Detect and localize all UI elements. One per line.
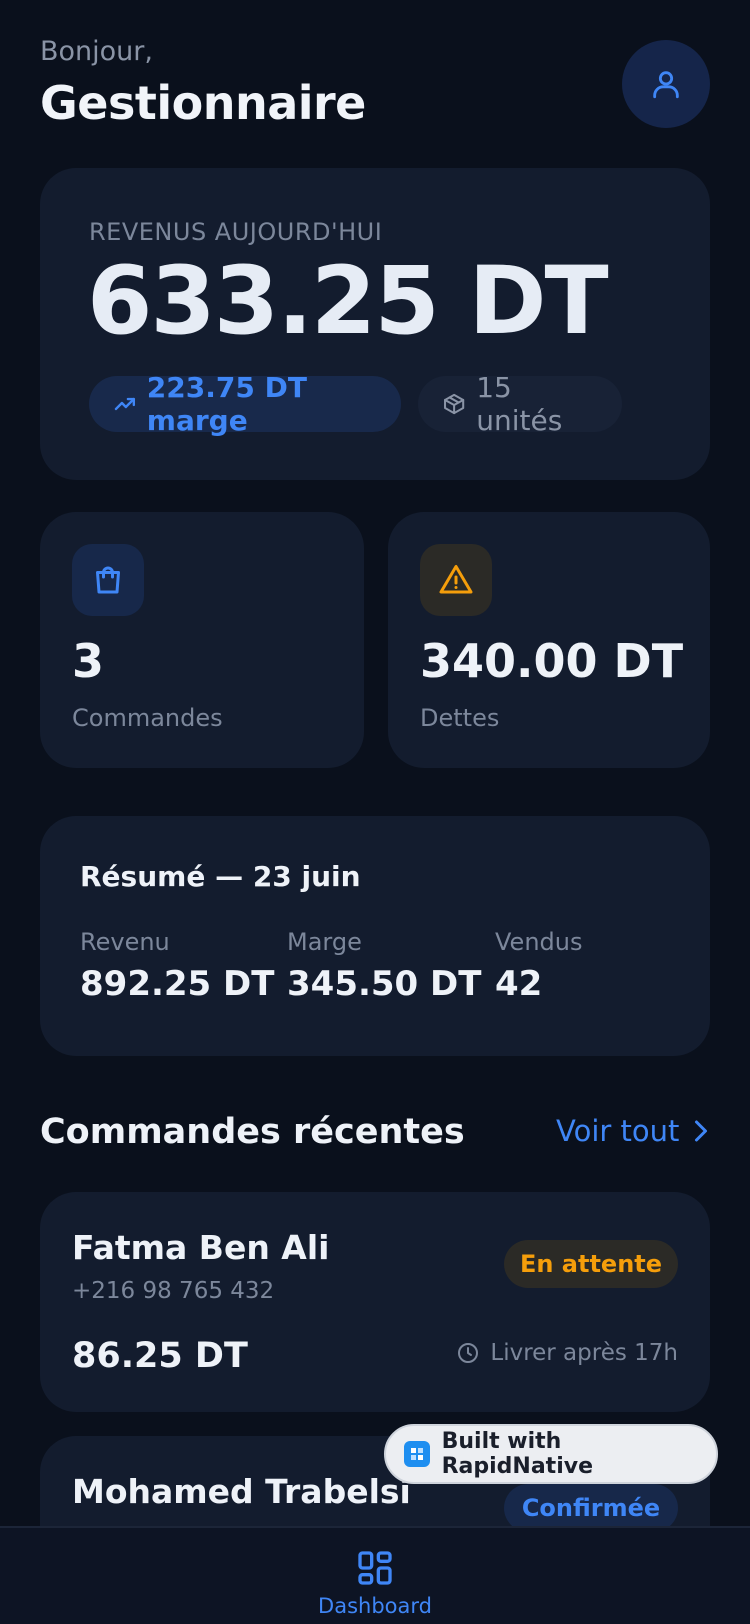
revenue-label: REVENUS AUJOURD'HUI	[89, 218, 383, 246]
customer-name: Mohamed Trabelsi	[72, 1472, 411, 1511]
chevron-right-icon	[695, 1120, 708, 1142]
alert-triangle-icon	[439, 565, 473, 594]
units-pill: 15 unités	[418, 371, 622, 437]
customer-name: Fatma Ben Ali	[72, 1228, 330, 1267]
profile-button[interactable]	[622, 40, 710, 128]
trending-up-icon	[114, 397, 136, 411]
orders-count: 3	[72, 634, 105, 688]
shopping-bag-icon	[96, 566, 120, 594]
dashboard-icon	[358, 1551, 392, 1585]
delivery-text: Livrer après 17h	[490, 1340, 678, 1366]
debts-label: Dettes	[420, 704, 500, 732]
summary-value: 892.25 DT	[80, 964, 275, 1004]
units-text: 15 unités	[476, 371, 563, 437]
revenue-value: 633.25 DT	[87, 247, 609, 356]
nav-label: Dashboard	[318, 1594, 432, 1618]
order-card[interactable]: Fatma Ben Ali +216 98 765 432 En attente…	[40, 1192, 710, 1412]
order-amount: 86.25 DT	[72, 1336, 248, 1376]
see-all-label: Voir tout	[556, 1114, 680, 1148]
margin-text: 223.75 DT marge	[146, 371, 307, 437]
built-with-text: Built with RapidNative	[441, 1429, 593, 1479]
built-with-badge[interactable]: Built with RapidNative	[384, 1424, 718, 1484]
status-badge: En attente	[504, 1240, 678, 1288]
summary-value: 42	[495, 964, 543, 1004]
summary-card: Résumé — 23 juin Revenu 892.25 DT Marge …	[40, 816, 710, 1056]
greeting-text: Bonjour,	[40, 36, 153, 67]
orders-icon-tile	[72, 544, 144, 616]
see-all-link[interactable]: Voir tout	[556, 1114, 711, 1148]
summary-margin: Marge 345.50 DT	[287, 928, 481, 1004]
summary-value: 345.50 DT	[287, 964, 482, 1004]
user-icon	[653, 71, 679, 99]
summary-label: Vendus	[495, 928, 583, 956]
summary-revenue: Revenu 892.25 DT	[80, 928, 274, 1004]
delivery-info: Livrer après 17h	[456, 1340, 678, 1366]
user-name: Gestionnaire	[40, 76, 366, 130]
margin-pill: 223.75 DT marge	[89, 371, 401, 437]
logo-glyph-icon	[410, 1448, 423, 1460]
summary-sold: Vendus 42	[495, 928, 582, 1004]
clock-icon	[458, 1343, 479, 1363]
bottom-nav: Dashboard	[0, 1526, 750, 1624]
debts-value: 340.00 DT	[420, 634, 684, 688]
summary-label: Revenu	[80, 928, 170, 956]
debts-stat-card[interactable]: 340.00 DT Dettes	[388, 512, 710, 768]
package-icon	[444, 393, 465, 415]
debts-icon-tile	[420, 544, 492, 616]
revenue-card: REVENUS AUJOURD'HUI 633.25 DT 223.75 DT …	[40, 168, 710, 480]
recent-orders-title: Commandes récentes	[40, 1112, 465, 1152]
orders-stat-card[interactable]: 3 Commandes	[40, 512, 364, 768]
summary-label: Marge	[287, 928, 362, 956]
status-badge: Confirmée	[504, 1484, 678, 1532]
summary-title: Résumé — 23 juin	[80, 860, 361, 893]
app-screen: Bonjour, Gestionnaire REVENUS AUJOURD'HU…	[0, 0, 750, 1624]
nav-item-dashboard[interactable]: Dashboard	[0, 1528, 750, 1624]
orders-label: Commandes	[72, 704, 223, 732]
customer-phone: +216 98 765 432	[72, 1278, 275, 1304]
rapidnative-logo-icon	[404, 1441, 430, 1467]
